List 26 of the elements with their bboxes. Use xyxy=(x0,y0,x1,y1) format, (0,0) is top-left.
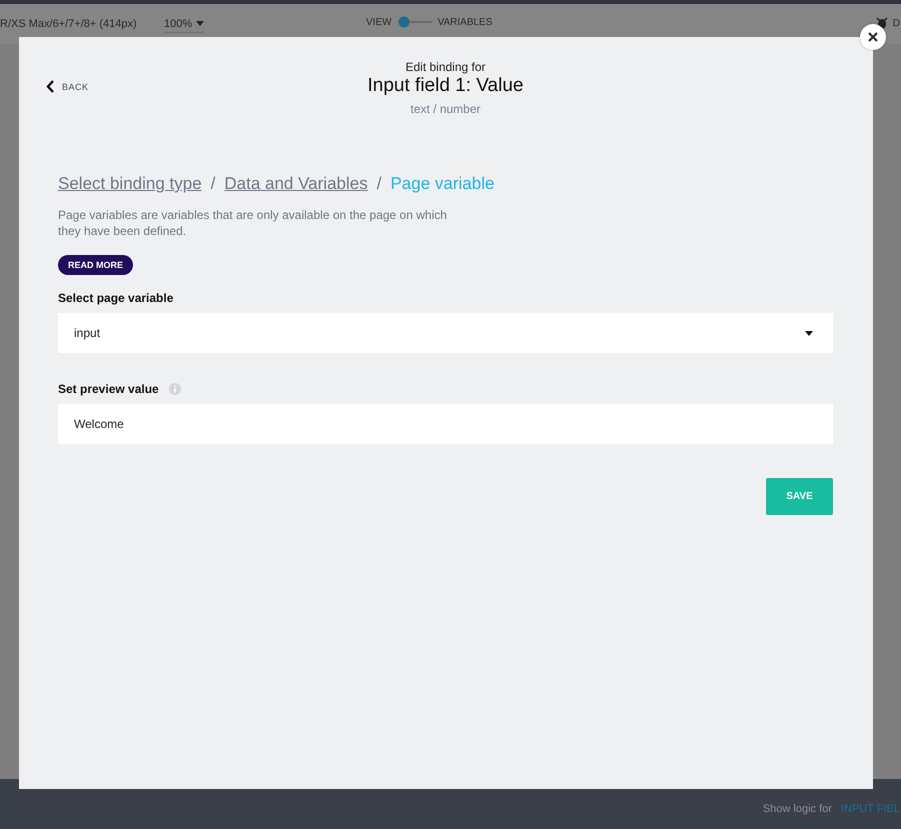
save-button[interactable]: SAVE xyxy=(766,478,833,515)
breadcrumb-separator: / xyxy=(210,174,216,194)
chevron-left-icon xyxy=(46,80,54,93)
view-label: VIEW xyxy=(366,16,392,28)
field-label: Select page variable xyxy=(58,291,174,305)
toggle-switch[interactable] xyxy=(398,16,432,28)
debug-label[interactable]: D xyxy=(892,18,900,28)
modal-title: Input field 1: Value xyxy=(368,75,524,97)
caret-icon xyxy=(805,330,813,336)
breadcrumb-separator: / xyxy=(376,174,382,194)
description: Page variables are variables that are only available on the page on which they have been defined. xyxy=(58,207,448,239)
field-label: Set preview value xyxy=(58,382,159,396)
back-button[interactable]: BACK xyxy=(46,80,89,93)
select-dropdown[interactable]: input xyxy=(58,313,833,353)
read-more-button[interactable]: READ MORE xyxy=(58,255,134,275)
close-icon xyxy=(868,32,878,42)
input-field[interactable]: Welcome xyxy=(58,404,833,444)
subtitle: text / number xyxy=(410,102,481,116)
logic-label: Show logic for xyxy=(762,803,832,815)
device-selector[interactable]: R/XS Max/6+/7+/8+ (414px) xyxy=(0,18,160,30)
breadcrumb-link[interactable]: Select binding type xyxy=(58,174,202,194)
heading: Edit binding for xyxy=(405,60,486,74)
zoom-dropdown[interactable]: 100% xyxy=(164,16,204,32)
variables-label: VARIABLES xyxy=(438,16,492,28)
caret-icon xyxy=(196,21,204,26)
breadcrumb-link[interactable]: Data and Variables xyxy=(224,174,368,194)
